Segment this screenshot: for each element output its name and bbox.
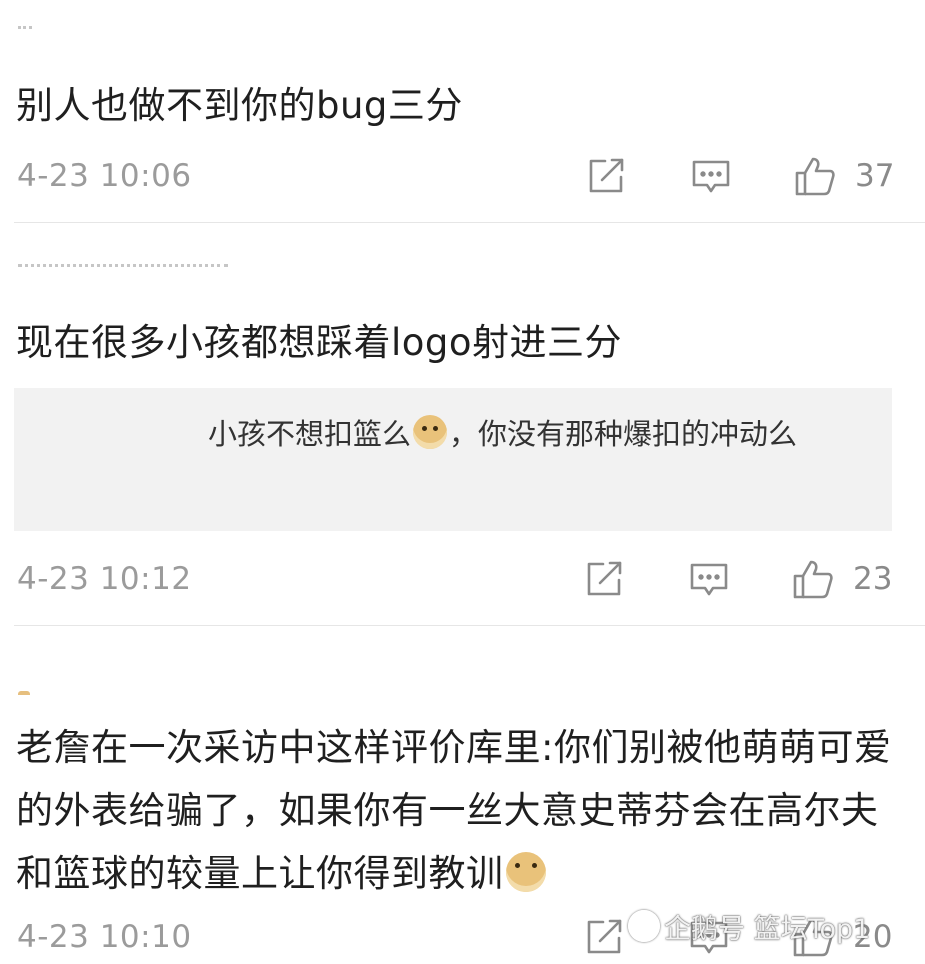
comment-time: 4-23 10:06 (17, 158, 192, 194)
like-count: 37 (855, 158, 895, 194)
comment-text: 现在很多小孩都想踩着logo射进三分 (16, 321, 623, 364)
share-icon[interactable] (585, 155, 627, 197)
divider (14, 222, 925, 223)
author-name-cropped (18, 264, 228, 275)
reply-box[interactable]: 小孩不想扣篮么 ，你没有那种爆扣的冲动么 (14, 388, 892, 531)
watermark: 企鹅号 篮坛Top1 (628, 910, 870, 950)
author-name-cropped (18, 26, 32, 37)
comment-time: 4-23 10:10 (17, 919, 192, 955)
comment-text: 老詹在一次采访中这样评价库里:你们别被他萌萌可爱的外表给骗了，如果你有一丝大意史… (16, 716, 896, 905)
comment-text: 别人也做不到你的bug三分 (16, 84, 463, 127)
share-icon[interactable] (583, 558, 625, 600)
divider (14, 625, 925, 626)
comment-meta: 4-23 10:06 37 (0, 151, 925, 201)
watermark-text: 企鹅号 篮坛Top1 (664, 914, 871, 945)
thumbs-up-icon[interactable] (792, 558, 834, 600)
reply-text-part-a: 小孩不想扣篮么 (208, 417, 412, 451)
comment-icon[interactable] (690, 155, 732, 197)
doge-emoji-icon (505, 852, 546, 892)
comment-meta: 4-23 10:12 23 (0, 554, 925, 604)
thumbs-up-icon[interactable] (794, 155, 836, 197)
penguin-logo-icon (628, 910, 660, 942)
share-icon[interactable] (583, 916, 625, 958)
comment-time: 4-23 10:12 (17, 561, 192, 597)
reply-text-part-b: ，你没有那种爆扣的冲动么 (449, 417, 798, 451)
author-avatar-cropped (18, 691, 30, 703)
comment-icon[interactable] (688, 558, 730, 600)
reply-text: 小孩不想扣篮么 ，你没有那种爆扣的冲动么 (44, 408, 874, 460)
like-count: 23 (853, 561, 893, 597)
doge-emoji-icon (413, 415, 448, 449)
comment-text-body: 老詹在一次采访中这样评价库里:你们别被他萌萌可爱的外表给骗了，如果你有一丝大意史… (16, 726, 892, 895)
